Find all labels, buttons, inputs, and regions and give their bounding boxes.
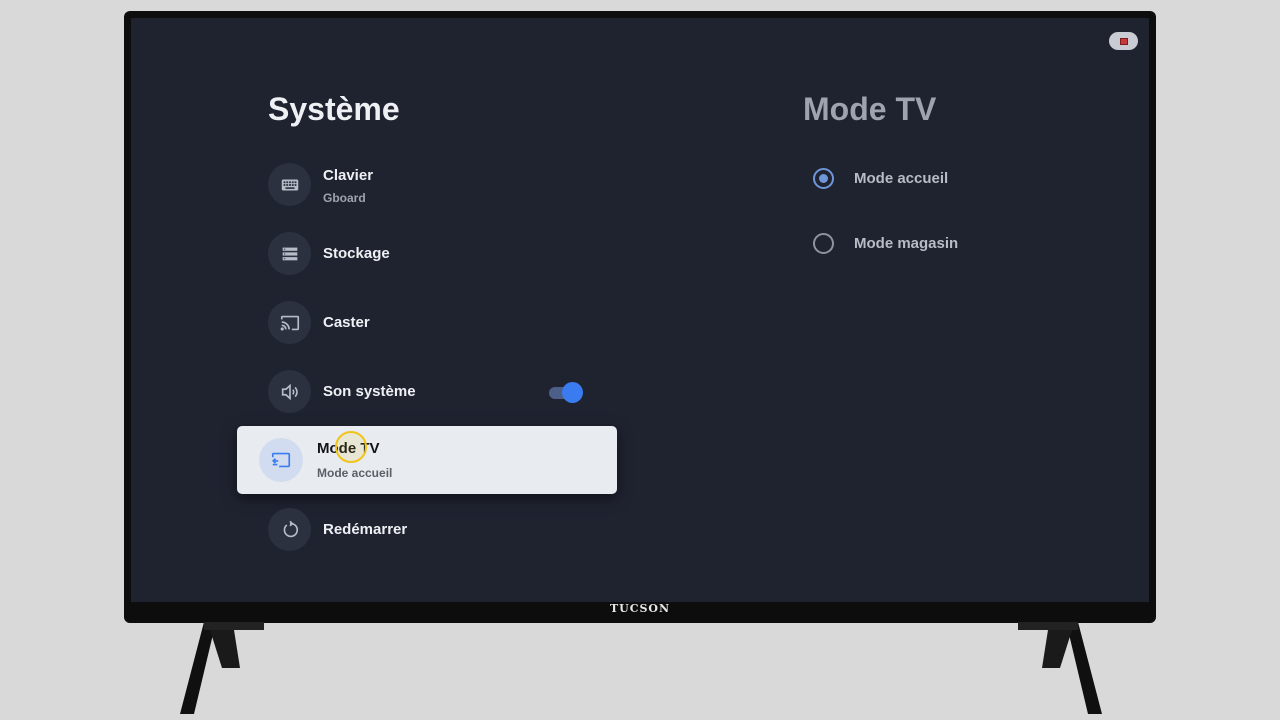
tv-brand-logo: TUCSON [609, 602, 671, 615]
tv-mode-icon [259, 438, 303, 482]
menu-item-subtitle: Gboard [323, 191, 366, 205]
menu-item-label: Caster [323, 314, 370, 331]
menu-item-label: Son système [323, 383, 416, 400]
radio-unchecked-icon[interactable] [813, 233, 834, 254]
tv-stand-right [1018, 622, 1102, 714]
input-indicator-icon [1109, 32, 1138, 50]
option-store-mode[interactable]: Mode magasin [813, 233, 1113, 257]
menu-item-tv-mode[interactable]: Mode TV Mode accueil [237, 426, 617, 494]
tv-screen: Système Mode TV Clavier Gboard Stockage [131, 18, 1149, 602]
menu-item-label: Clavier [323, 167, 374, 184]
option-home-mode[interactable]: Mode accueil [813, 168, 1113, 192]
option-label: Mode magasin [854, 235, 959, 252]
menu-item-restart[interactable]: Redémarrer [268, 508, 613, 552]
page-title: Système [268, 91, 400, 127]
detail-panel-title: Mode TV [803, 91, 937, 127]
menu-item-label: Redémarrer [323, 521, 408, 538]
pointer-highlight [335, 431, 367, 463]
storage-icon [268, 232, 311, 275]
volume-icon [268, 370, 311, 413]
option-label: Mode accueil [854, 170, 949, 187]
cast-icon [268, 301, 311, 344]
restart-icon [268, 508, 311, 551]
menu-item-label: Stockage [323, 245, 390, 262]
menu-item-keyboard[interactable]: Clavier Gboard [268, 163, 613, 207]
system-sound-toggle[interactable] [547, 382, 583, 404]
menu-item-cast[interactable]: Caster [268, 301, 613, 345]
menu-item-storage[interactable]: Stockage [268, 232, 613, 276]
keyboard-icon [268, 163, 311, 206]
radio-checked-icon[interactable] [813, 168, 834, 189]
tv-stand-left [180, 622, 264, 714]
menu-item-subtitle: Mode accueil [317, 466, 393, 480]
